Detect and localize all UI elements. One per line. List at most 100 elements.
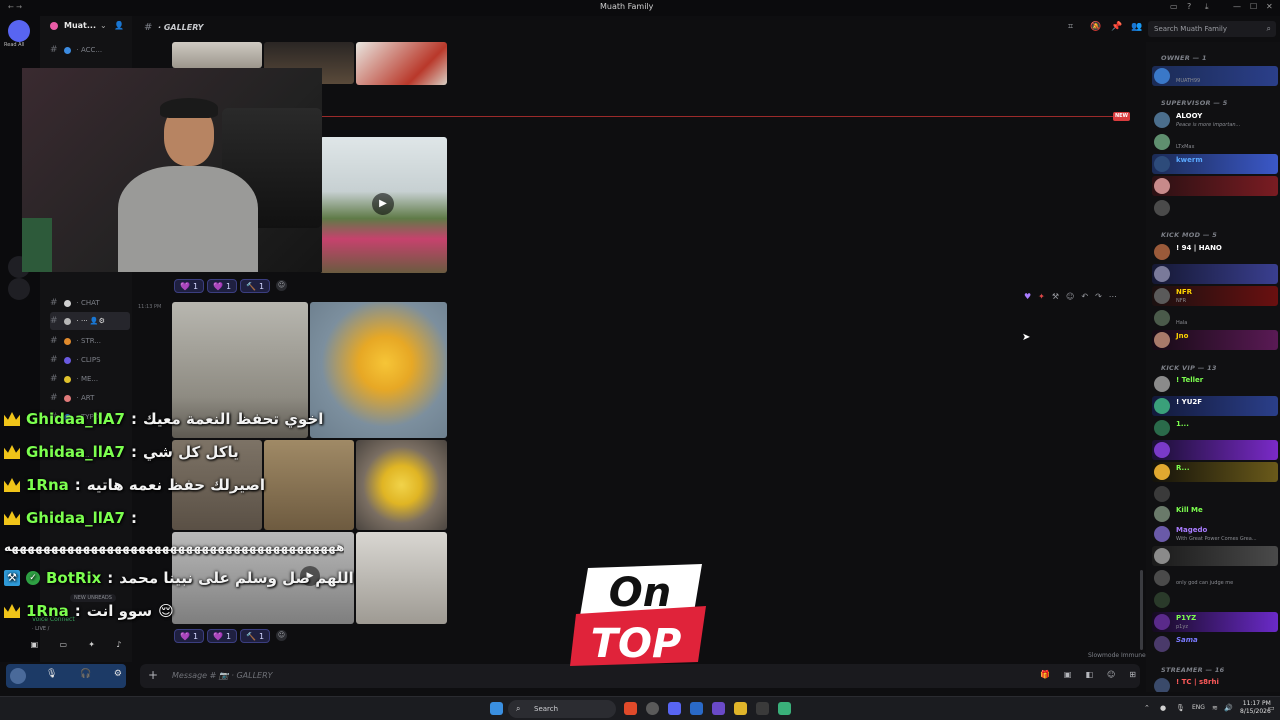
volume-icon[interactable]: 🔊 [1224, 704, 1233, 712]
member-item[interactable]: Jno [1152, 330, 1278, 350]
sticker-icon[interactable]: ◧ [1085, 670, 1093, 679]
file-explorer-icon[interactable] [734, 702, 747, 715]
chrome-icon[interactable] [646, 702, 659, 715]
channel-item-gallery[interactable]: # · ··· 👤⚙ [50, 312, 130, 330]
discord-taskbar-icon[interactable] [668, 702, 681, 715]
member-item[interactable]: R... [1152, 462, 1278, 482]
discover-icon[interactable] [8, 278, 30, 300]
brave-browser-icon[interactable] [624, 702, 637, 715]
tray-chevron-icon[interactable]: ⌃ [1144, 704, 1150, 712]
emoji-icon[interactable]: ☺ [1107, 670, 1115, 679]
add-member-icon[interactable]: 👤 [114, 21, 124, 30]
reaction-purple-heart[interactable]: 💜 1 [207, 279, 238, 293]
search-input[interactable]: Search Muath Family ⌕ [1148, 21, 1276, 37]
microphone-icon[interactable]: 🎙 [46, 669, 57, 679]
threads-icon[interactable]: ⌗ [1068, 22, 1073, 32]
heart-reaction-icon[interactable]: ♥ [1024, 292, 1031, 301]
pin-icon[interactable]: 📌 [1111, 22, 1122, 32]
headphones-icon[interactable]: 🎧 [80, 669, 91, 679]
message-composer[interactable]: + Message # 📷 · GALLERY 🎁 ▣ ◧ ☺ ⊞ [140, 664, 1140, 688]
app-icon[interactable] [778, 702, 791, 715]
reaction-purple-heart[interactable]: 💜 1 [174, 279, 205, 293]
member-list-icon[interactable]: 👥 [1131, 22, 1142, 32]
member-item[interactable]: ! YU2F [1152, 396, 1278, 416]
reaction-purple-heart[interactable]: 💜 1 [207, 629, 238, 643]
gallery-image[interactable] [356, 532, 447, 624]
member-item[interactable] [1152, 198, 1278, 218]
member-item[interactable] [1152, 176, 1278, 196]
close-button[interactable]: ✕ [1266, 2, 1273, 11]
member-item[interactable]: Sama [1152, 634, 1278, 654]
member-item[interactable]: kwerm [1152, 154, 1278, 174]
notification-bell-icon[interactable]: 🔕 [1090, 22, 1101, 32]
gallery-image[interactable] [356, 440, 447, 530]
member-item[interactable]: Kill Me [1152, 504, 1278, 524]
member-item[interactable]: ! 94 | HANO [1152, 242, 1278, 262]
member-item[interactable] [1152, 264, 1278, 284]
activities-icon[interactable]: ✦ [88, 640, 95, 654]
channel-item-me[interactable]: # · ME... [50, 370, 130, 388]
notifications-icon[interactable]: ▭ [1268, 704, 1275, 712]
steam-icon[interactable] [690, 702, 703, 715]
add-reaction-icon[interactable]: ☺ [276, 630, 287, 641]
hammer-reaction-icon[interactable]: ⚒ [1052, 292, 1059, 301]
wifi-icon[interactable]: ≋ [1212, 704, 1218, 712]
discord-home-icon[interactable] [8, 20, 30, 42]
inbox-icon[interactable]: ▭ [1170, 2, 1178, 11]
gallery-image[interactable] [356, 42, 447, 85]
add-reaction-icon[interactable]: ☺ [1066, 292, 1074, 301]
gallery-video[interactable]: ▶ [320, 137, 447, 273]
add-attachment-icon[interactable]: + [148, 668, 158, 682]
play-icon[interactable]: ▶ [372, 193, 394, 215]
channel-item-art[interactable]: # · ART [50, 389, 130, 407]
more-options-icon[interactable]: ⋯ [1109, 292, 1117, 301]
member-item[interactable]: ALOOY Peace is more importan... [1152, 110, 1278, 130]
gallery-image[interactable] [264, 440, 354, 530]
member-item[interactable]: Hala [1152, 308, 1278, 328]
screen-share-icon[interactable]: ▭ [59, 640, 67, 654]
channel-item-str[interactable]: # · STR... [50, 332, 130, 350]
member-item[interactable]: ! Teller [1152, 374, 1278, 394]
forward-icon[interactable]: ↷ [1095, 292, 1102, 301]
app-icon[interactable] [712, 702, 725, 715]
apps-icon[interactable]: ⊞ [1129, 670, 1136, 679]
minimize-button[interactable]: — [1233, 2, 1241, 11]
tray-mic-icon[interactable]: 🎙 [1176, 704, 1185, 712]
channel-item-acc[interactable]: # · ACC... [50, 41, 130, 59]
member-item[interactable]: only god can judge me [1152, 568, 1278, 588]
back-icon[interactable]: ← → [8, 3, 22, 11]
read-all-button[interactable]: Read All [4, 42, 24, 48]
member-item[interactable]: P1YZ p1yz [1152, 612, 1278, 632]
scrollbar-thumb[interactable] [1140, 570, 1143, 650]
member-item[interactable]: 1... [1152, 418, 1278, 438]
channel-settings-icon[interactable]: · ··· 👤⚙ [77, 317, 105, 325]
add-reaction-icon[interactable]: ☺ [276, 280, 287, 291]
gif-icon[interactable]: ▣ [1064, 670, 1072, 679]
chevron-down-icon[interactable]: ⌄ [100, 21, 107, 30]
help-icon[interactable]: ? [1187, 2, 1191, 11]
server-name[interactable]: Muat... [64, 21, 96, 30]
taskbar-clock[interactable]: 11:17 PM 8/15/2026 [1240, 700, 1271, 716]
taskbar-search[interactable]: ⌕ Search [508, 700, 616, 718]
member-item[interactable] [1152, 546, 1278, 566]
member-item[interactable]: MUATH99 [1152, 66, 1278, 86]
member-item[interactable]: Magedo With Great Power Comes Grea... [1152, 524, 1278, 544]
member-item[interactable]: ! TC | s8rhi [1152, 676, 1278, 692]
gallery-image[interactable] [310, 302, 447, 438]
terminal-icon[interactable] [756, 702, 769, 715]
windows-start-icon[interactable] [490, 702, 503, 715]
member-item[interactable]: LTxMax [1152, 132, 1278, 152]
member-item[interactable] [1152, 440, 1278, 460]
channel-item-chat[interactable]: # · CHAT [50, 294, 130, 312]
avatar[interactable] [10, 668, 26, 684]
gallery-image[interactable] [172, 42, 262, 68]
tray-app-icon[interactable]: ● [1160, 704, 1166, 712]
reaction-hammer[interactable]: 🔨 1 [240, 629, 271, 643]
maximize-button[interactable]: ☐ [1250, 2, 1257, 11]
soundboard-icon[interactable]: ♪ [116, 640, 121, 654]
member-item[interactable]: NFR NFR [1152, 286, 1278, 306]
settings-gear-icon[interactable]: ⚙ [114, 669, 122, 679]
member-item[interactable] [1152, 590, 1278, 610]
member-item[interactable] [1152, 484, 1278, 504]
language-indicator[interactable]: ENG [1192, 704, 1205, 711]
